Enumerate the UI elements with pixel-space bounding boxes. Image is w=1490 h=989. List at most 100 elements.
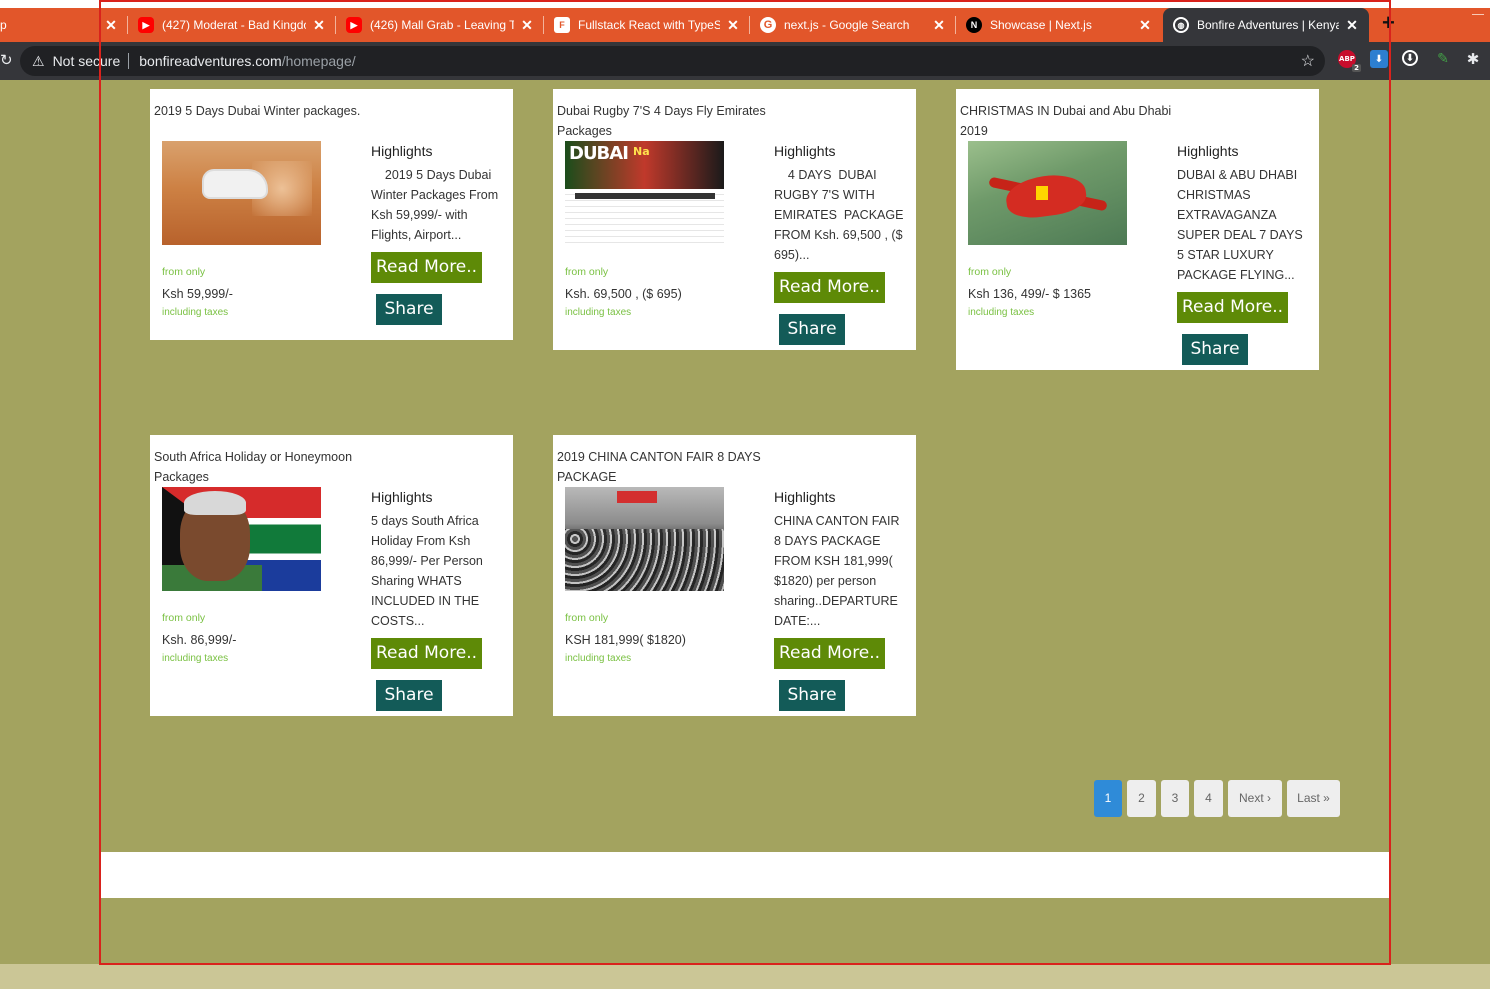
warning-icon[interactable]: ⚠ xyxy=(32,53,45,70)
package-card: 2019 5 Days Dubai Winter packages. Highl… xyxy=(150,89,513,340)
tab-youtube-mallgrab[interactable]: ▶ (426) Mall Grab - Leaving The ✕ xyxy=(336,8,544,42)
read-more-button[interactable]: Read More.. xyxy=(1177,292,1289,323)
close-icon[interactable]: ✕ xyxy=(1138,17,1152,34)
reload-icon[interactable]: ↻ xyxy=(0,51,13,69)
next-page-button[interactable]: Next › xyxy=(1228,780,1282,817)
security-label[interactable]: Not secure xyxy=(53,53,121,69)
package-price: Ksh. 69,500 , ($ 695) xyxy=(565,287,682,301)
tab-title: (427) Moderat - Bad Kingdom xyxy=(162,18,306,32)
adblock-badge: 2 xyxy=(1352,64,1361,72)
page-3-button[interactable]: 3 xyxy=(1161,780,1189,817)
share-button[interactable]: Share xyxy=(376,680,442,711)
browser-toolbar: ↻ ⚠ Not secure bonfireadventures.com/hom… xyxy=(0,42,1490,80)
package-price: Ksh 59,999/- xyxy=(162,287,233,301)
highlights-text: CHINA CANTON FAIR 8 DAYS PACKAGE FROM KS… xyxy=(774,514,900,628)
from-only-label: from only xyxy=(565,612,609,624)
share-button[interactable]: Share xyxy=(376,294,442,325)
close-icon[interactable]: ✕ xyxy=(726,17,740,34)
highlights-text: 4 DAYS DUBAI RUGBY 7'S WITH EMIRATES PAC… xyxy=(774,168,907,262)
package-title[interactable]: 2019 CHINA CANTON FAIR 8 DAYS PACKAGE xyxy=(557,447,777,487)
highlights-heading: Highlights xyxy=(371,143,433,159)
tab-fullstack-react[interactable]: F Fullstack React with TypeScript ✕ xyxy=(544,8,750,42)
share-button[interactable]: Share xyxy=(779,314,845,345)
package-image-canton-fair[interactable] xyxy=(565,487,724,591)
package-title[interactable]: 2019 5 Days Dubai Winter packages. xyxy=(154,101,374,121)
tax-label: including taxes xyxy=(968,307,1035,318)
tab-partial[interactable]: p ✕ xyxy=(0,8,128,42)
package-image-desert-safari[interactable] xyxy=(162,141,321,245)
package-price: KSH 181,999( $1820) xyxy=(565,633,686,647)
extensions-puzzle-icon[interactable]: ✱ xyxy=(1464,50,1482,68)
url-path[interactable]: /homepage/ xyxy=(282,53,356,69)
tab-title: next.js - Google Search xyxy=(784,18,910,32)
package-card: CHRISTMAS IN Dubai and Abu Dhabi 2019 Hi… xyxy=(956,89,1319,370)
share-button[interactable]: Share xyxy=(779,680,845,711)
sign-shape xyxy=(617,491,657,503)
footer-bar xyxy=(100,852,1389,898)
read-more-button[interactable]: Read More.. xyxy=(774,272,886,303)
read-more-button[interactable]: Read More.. xyxy=(371,252,483,283)
tab-title: Bonfire Adventures | Kenya xyxy=(1197,18,1339,32)
car-shape xyxy=(204,171,266,197)
tab-google-search[interactable]: G next.js - Google Search ✕ xyxy=(750,8,956,42)
logo-shape xyxy=(1036,186,1048,200)
bookmark-star-icon[interactable]: ☆ xyxy=(1301,51,1315,71)
adblock-label: ABP xyxy=(1339,55,1355,63)
tax-label: including taxes xyxy=(565,653,632,664)
tab-title: Showcase | Next.js xyxy=(990,18,1092,32)
close-icon[interactable]: ✕ xyxy=(104,17,118,34)
dropper-extension-icon[interactable]: ✎ xyxy=(1434,50,1452,68)
address-bar[interactable]: ⚠ Not secure bonfireadventures.com/homep… xyxy=(20,46,1325,76)
package-price: Ksh 136, 499/- $ 1365 xyxy=(968,287,1092,301)
package-card: Dubai Rugby 7'S 4 Days Fly Emirates Pack… xyxy=(553,89,916,350)
minimize-icon[interactable] xyxy=(1472,14,1484,15)
highlights-text: 5 days South Africa Holiday From Ksh 86,… xyxy=(371,514,483,628)
close-icon[interactable]: ✕ xyxy=(932,17,946,34)
package-image-south-africa[interactable] xyxy=(162,487,321,591)
address-divider xyxy=(128,53,130,69)
page-1-button[interactable]: 1 xyxy=(1094,780,1122,817)
package-card: 2019 CHINA CANTON FAIR 8 DAYS PACKAGE Hi… xyxy=(553,435,916,716)
bottom-strip xyxy=(0,964,1490,989)
download-extension-icon[interactable]: ⬇ xyxy=(1370,50,1388,68)
package-title[interactable]: Dubai Rugby 7'S 4 Days Fly Emirates Pack… xyxy=(557,101,777,141)
package-title[interactable]: CHRISTMAS IN Dubai and Abu Dhabi 2019 xyxy=(960,101,1180,141)
tab-title: (426) Mall Grab - Leaving The xyxy=(370,18,514,32)
new-tab-button[interactable]: + xyxy=(1382,10,1395,36)
url-host[interactable]: bonfireadventures.com xyxy=(139,53,281,69)
youtube-icon: ▶ xyxy=(346,17,362,33)
tab-bonfire-active[interactable]: ◍ Bonfire Adventures | Kenya ✕ xyxy=(1163,8,1369,42)
close-icon[interactable]: ✕ xyxy=(312,17,326,34)
page-4-button[interactable]: 4 xyxy=(1194,780,1223,817)
highlights-heading: Highlights xyxy=(774,143,836,159)
tab-title: p xyxy=(0,18,7,32)
fullstack-icon: F xyxy=(554,17,570,33)
crowd-shape xyxy=(565,529,724,591)
package-price: Ksh. 86,999/- xyxy=(162,633,237,647)
close-icon[interactable]: ✕ xyxy=(1345,17,1359,34)
adblock-extension-icon[interactable]: ABP 2 xyxy=(1338,50,1361,72)
page-2-button[interactable]: 2 xyxy=(1127,780,1156,817)
close-icon[interactable]: ✕ xyxy=(520,17,534,34)
download-manager-icon[interactable]: ⬇ xyxy=(1402,50,1418,66)
globe-icon: ◍ xyxy=(1173,17,1189,33)
highlights-heading: Highlights xyxy=(1177,143,1239,159)
from-only-label: from only xyxy=(565,266,609,278)
share-button[interactable]: Share xyxy=(1182,334,1248,365)
tab-nextjs-showcase[interactable]: N Showcase | Next.js ✕ xyxy=(956,8,1162,42)
banner-logo-suffix: Na xyxy=(633,145,650,158)
package-title[interactable]: South Africa Holiday or Honeymoon Packag… xyxy=(154,447,374,487)
read-more-button[interactable]: Read More.. xyxy=(371,638,483,669)
highlights-heading: Highlights xyxy=(371,489,433,505)
tab-youtube-moderat[interactable]: ▶ (427) Moderat - Bad Kingdom ✕ xyxy=(128,8,336,42)
highlights-heading: Highlights xyxy=(774,489,836,505)
package-image-rugby[interactable]: DUBAI Na xyxy=(565,141,724,245)
hair-shape xyxy=(184,491,246,515)
last-page-button[interactable]: Last » xyxy=(1287,780,1340,817)
from-only-label: from only xyxy=(968,266,1012,278)
package-image-ferrari-world[interactable] xyxy=(968,141,1127,245)
tax-label: including taxes xyxy=(162,653,229,664)
package-card: South Africa Holiday or Honeymoon Packag… xyxy=(150,435,513,716)
read-more-button[interactable]: Read More.. xyxy=(774,638,886,669)
google-icon: G xyxy=(760,17,776,33)
